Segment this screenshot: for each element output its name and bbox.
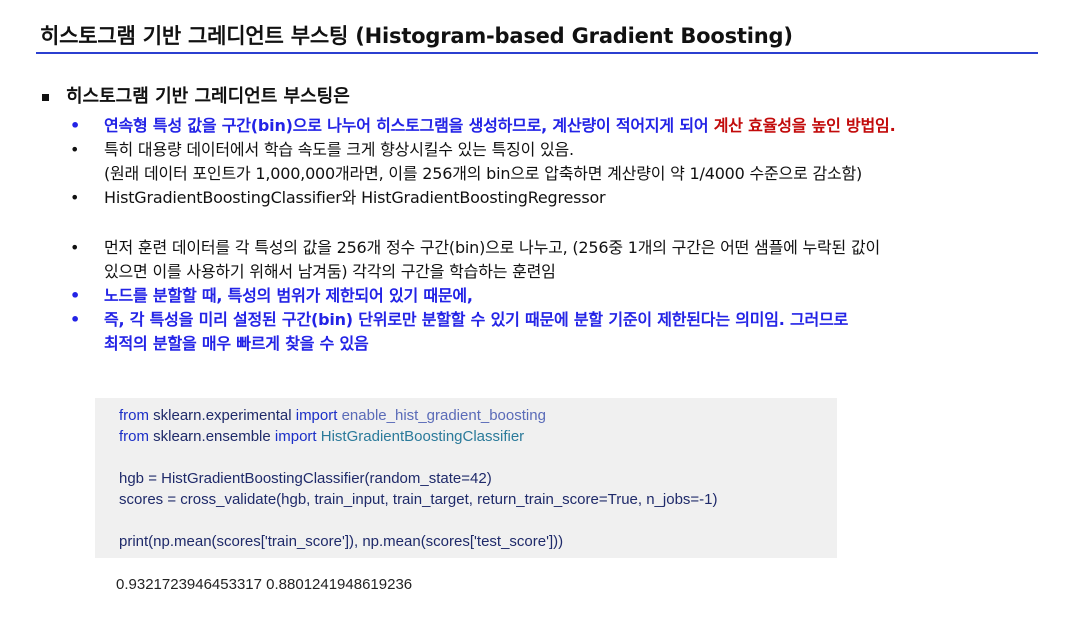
- bullet-item-6: • 즉, 각 특성을 미리 설정된 구간(bin) 단위로만 분할할 수 있기 …: [40, 308, 1050, 356]
- bullet-item-4: • 먼저 훈련 데이터를 각 특성의 값을 256개 정수 구간(bin)으로 …: [40, 236, 1050, 284]
- bullet-4-line-2: 있으면 이를 사용하기 위해서 남겨둠) 각각의 구간을 학습하는 훈련임: [104, 262, 556, 281]
- bullet-list: 히스토그램 기반 그레디언트 부스팅은 • 연속형 특성 값을 구간(bin)으…: [40, 84, 1050, 356]
- code-keyword: import: [295, 407, 338, 424]
- bullet-dot: •: [70, 286, 81, 305]
- bullet-5-text: 노드를 분할할 때, 특성의 범위가 제한되어 있기 때문에,: [104, 286, 473, 305]
- code-module: sklearn.ensemble: [149, 428, 275, 445]
- bullet-dot: •: [70, 238, 80, 257]
- code-line-3: hgb = HistGradientBoostingClassifier(ran…: [119, 470, 492, 487]
- code-import-name: enable_hist_gradient_boosting: [337, 407, 546, 424]
- bullet-1-text: 연속형 특성 값을 구간(bin)으로 나누어 히스토그램을 생성하므로, 계산…: [104, 116, 714, 135]
- code-line-1: from sklearn.experimental import enable_…: [119, 405, 546, 426]
- bullet-item-5: • 노드를 분할할 때, 특성의 범위가 제한되어 있기 때문에,: [40, 284, 1050, 308]
- code-line-2: from sklearn.ensemble import HistGradien…: [119, 426, 524, 447]
- bullet-3-text: HistGradientBoostingClassifier와 HistGrad…: [104, 188, 606, 207]
- bullet-1-emphasis: 계산 효율성을 높인 방법임.: [713, 116, 896, 135]
- bullet-2-line-2: (원래 데이터 포인트가 1,000,000개라면, 이를 256개의 bin으…: [104, 164, 863, 183]
- code-keyword: from: [119, 407, 149, 424]
- bullet-dot: •: [70, 116, 81, 135]
- code-output: 0.9321723946453317 0.8801241948619236: [116, 576, 413, 593]
- bullet-4-line-1: 먼저 훈련 데이터를 각 특성의 값을 256개 정수 구간(bin)으로 나누…: [104, 238, 880, 257]
- code-module: sklearn.experimental: [149, 407, 296, 424]
- code-keyword: import: [274, 428, 317, 445]
- code-line-4: scores = cross_validate(hgb, train_input…: [119, 491, 718, 508]
- bullet-2-line-1: 특히 대용량 데이터에서 학습 속도를 크게 향상시킬수 있는 특징이 있음.: [104, 140, 574, 159]
- bullet-6-line-2: 최적의 분할을 매우 빠르게 찾을 수 있음: [104, 334, 369, 353]
- code-import-name: HistGradientBoostingClassifier: [316, 428, 525, 445]
- main-bullet-heading: 히스토그램 기반 그레디언트 부스팅은: [40, 84, 1050, 114]
- bullet-dot: •: [70, 140, 80, 159]
- code-block: from sklearn.experimental import enable_…: [95, 398, 837, 558]
- code-line-5: print(np.mean(scores['train_score']), np…: [119, 533, 564, 550]
- bullet-dot: •: [70, 188, 80, 207]
- code-keyword: from: [119, 428, 149, 445]
- bullet-6-line-1: 즉, 각 특성을 미리 설정된 구간(bin) 단위로만 분할할 수 있기 때문…: [104, 310, 849, 329]
- title-divider: [36, 52, 1038, 54]
- bullet-item-1: • 연속형 특성 값을 구간(bin)으로 나누어 히스토그램을 생성하므로, …: [40, 114, 1050, 138]
- bullet-item-2: • 특히 대용량 데이터에서 학습 속도를 크게 향상시킬수 있는 특징이 있음…: [40, 138, 1050, 186]
- bullet-dot: •: [70, 310, 81, 329]
- slide-title: 히스토그램 기반 그레디언트 부스팅 (Histogram-based Grad…: [40, 24, 793, 48]
- bullet-item-3: • HistGradientBoostingClassifier와 HistGr…: [40, 186, 1050, 210]
